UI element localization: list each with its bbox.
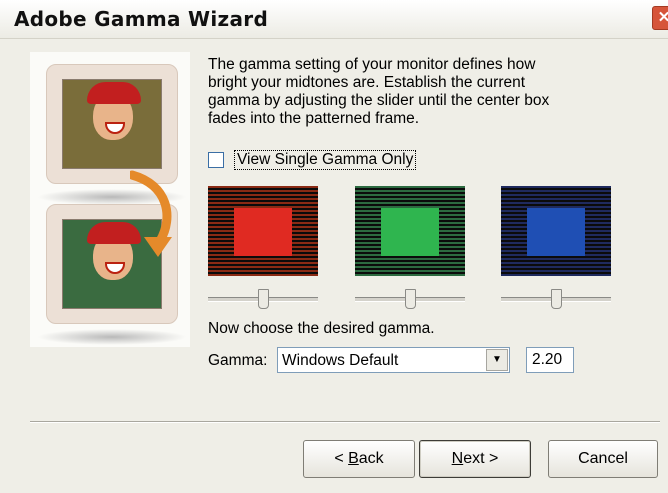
blue-gamma-box [501,186,611,276]
slider-thumb[interactable] [405,289,416,309]
monitor-before-image [37,64,187,205]
gamma-select[interactable]: Windows Default ▼ [277,347,510,373]
view-single-gamma-option[interactable]: View Single Gamma Only [208,150,417,170]
instruction-text: The gamma setting of your monitor define… [208,56,550,127]
choose-gamma-label: Now choose the desired gamma. [208,320,435,337]
title-bar: Adobe Gamma Wizard ✕ [0,0,668,39]
chevron-down-icon[interactable]: ▼ [486,349,508,371]
cancel-button[interactable]: Cancel [548,440,658,478]
separator [30,421,660,423]
wizard-window: Adobe Gamma Wizard ✕ The gamma setting o… [0,0,668,493]
window-title: Adobe Gamma Wizard [14,7,269,31]
blue-gamma-slider[interactable] [501,289,611,309]
curved-arrow-icon [130,170,172,257]
back-button[interactable]: < Back [303,440,415,478]
green-gamma-slider[interactable] [355,289,465,309]
next-button[interactable]: Next > [419,440,531,478]
gamma-value-field[interactable]: 2.20 [526,347,574,373]
view-single-gamma-label[interactable]: View Single Gamma Only [234,150,417,170]
red-gamma-box [208,186,318,276]
slider-thumb[interactable] [258,289,269,309]
view-single-gamma-checkbox[interactable] [208,152,224,168]
close-icon[interactable]: ✕ [652,6,668,30]
gamma-label: Gamma: [208,352,268,369]
green-gamma-box [355,186,465,276]
slider-thumb[interactable] [551,289,562,309]
red-gamma-slider[interactable] [208,289,318,309]
gamma-select-value: Windows Default [282,352,399,369]
side-illustration [30,52,190,347]
